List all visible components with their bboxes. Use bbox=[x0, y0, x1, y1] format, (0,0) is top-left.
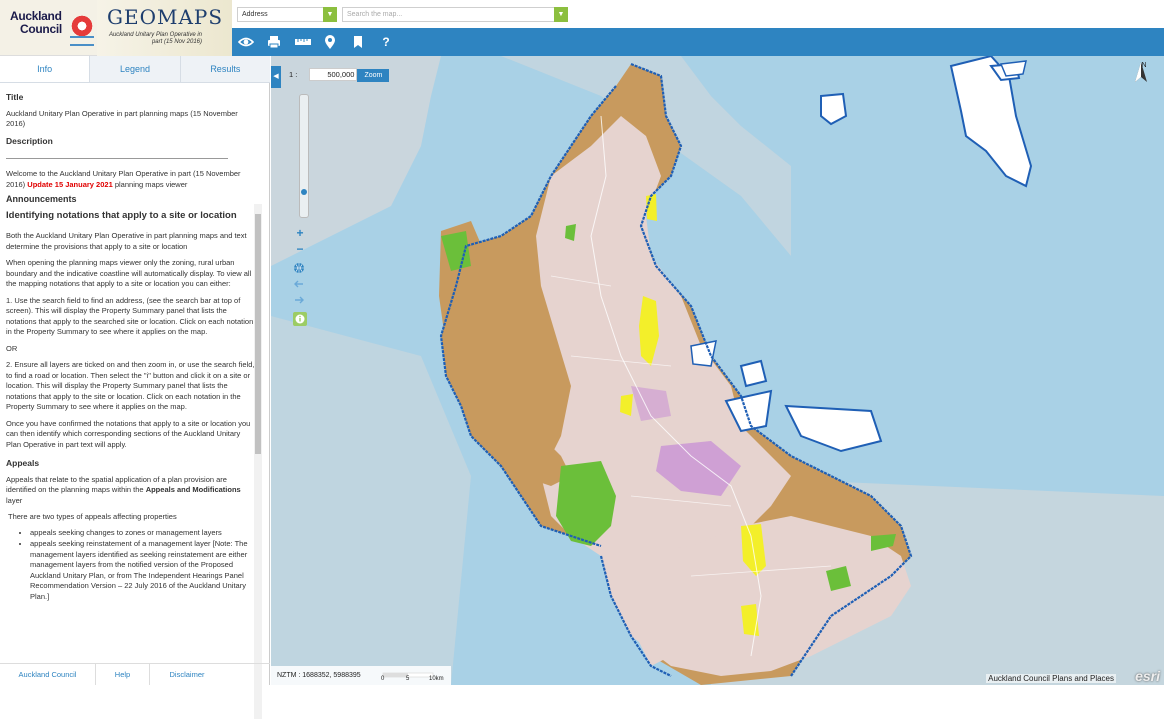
para-5: Once you have confirmed the notations th… bbox=[6, 418, 251, 449]
info-icon[interactable] bbox=[293, 312, 307, 326]
sidebar-footer: Auckland Council Help Disclaimer bbox=[0, 663, 270, 685]
globe-icon[interactable] bbox=[293, 262, 307, 276]
zoom-to-scale-button[interactable]: Zoom bbox=[357, 69, 390, 82]
scrollbar-thumb[interactable] bbox=[255, 214, 261, 454]
or-text: OR bbox=[6, 343, 18, 353]
search-type-select[interactable]: Address ▼ bbox=[237, 7, 337, 22]
highlight-area bbox=[741, 604, 759, 636]
footer-link-disclaimer[interactable]: Disclaimer bbox=[150, 664, 224, 685]
divider bbox=[6, 158, 228, 159]
map-view[interactable]: ◀ 1 : 500,000 Zoom + − N NZTM : 1688352, … bbox=[271, 56, 1164, 685]
app-title: GEOMAPS bbox=[107, 5, 224, 29]
print-icon[interactable] bbox=[266, 34, 282, 50]
scale-control: 1 : 500,000 Zoom bbox=[289, 68, 390, 82]
search-bar: Address ▼ Search the map... ▼ bbox=[232, 0, 1164, 28]
tab-info[interactable]: Info bbox=[0, 56, 91, 82]
para-2: When opening the planning maps viewer on… bbox=[6, 258, 252, 288]
island bbox=[690, 340, 717, 367]
info-panel: Title Auckland Unitary Plan Operative in… bbox=[0, 84, 262, 662]
title-heading: Title bbox=[6, 92, 24, 102]
scale-bar-label: 10km bbox=[429, 676, 444, 682]
zoom-out-button[interactable]: − bbox=[293, 242, 307, 256]
map-attribution: Auckland Council Plans and Places bbox=[986, 674, 1116, 683]
geomaps-logo: GEOMAPS Auckland Unitary Plan Operative … bbox=[97, 0, 232, 56]
search-input[interactable]: Search the map... ▼ bbox=[342, 7, 568, 22]
welcome-tail: planning maps viewer bbox=[114, 179, 188, 189]
para-3: 1. Use the search field to find an addre… bbox=[6, 295, 254, 337]
search-type-value: Address bbox=[242, 11, 268, 18]
sidebar-tabs: Info Legend Results bbox=[0, 56, 270, 83]
list-item: appeals seeking changes to zones or mana… bbox=[30, 528, 256, 539]
previous-extent-icon[interactable] bbox=[293, 278, 307, 292]
next-extent-icon[interactable] bbox=[293, 294, 307, 308]
zoom-slider[interactable] bbox=[299, 94, 309, 218]
island bbox=[820, 92, 848, 126]
collapse-sidebar-button[interactable]: ◀ bbox=[271, 66, 281, 88]
title-text: Auckland Unitary Plan Operative in part … bbox=[6, 108, 238, 129]
waves-icon bbox=[70, 36, 94, 46]
logo-area: Auckland Council GEOMAPS Auckland Unitar… bbox=[0, 0, 232, 56]
appeals-list: appeals seeking changes to zones or mana… bbox=[6, 528, 256, 603]
help-icon[interactable]: ? bbox=[378, 34, 394, 50]
sidebar-scrollbar[interactable] bbox=[254, 204, 262, 719]
list-item: appeals seeking reinstatement of a manag… bbox=[30, 539, 256, 602]
bookmark-icon[interactable] bbox=[350, 34, 366, 50]
measure-icon[interactable] bbox=[294, 34, 311, 50]
app-header: Auckland Council GEOMAPS Auckland Unitar… bbox=[0, 0, 1164, 56]
footer-link-help[interactable]: Help bbox=[96, 664, 150, 685]
island bbox=[739, 359, 768, 388]
tab-results[interactable]: Results bbox=[181, 56, 270, 82]
footer-link-auckland-council[interactable]: Auckland Council bbox=[0, 664, 96, 685]
announcements-heading: Announcements bbox=[6, 194, 77, 204]
island bbox=[784, 404, 883, 453]
location-pin-icon[interactable] bbox=[322, 34, 338, 50]
coordinate-readout: NZTM : 1688352, 5988395 bbox=[271, 666, 451, 685]
north-arrow-icon: N bbox=[1134, 62, 1154, 98]
para-4: 2. Ensure all layers are ticked on and t… bbox=[6, 360, 255, 411]
para-6: Appeals that relate to the spatial appli… bbox=[6, 475, 256, 507]
chevron-down-icon[interactable]: ▼ bbox=[554, 7, 568, 22]
para-6-end: layer bbox=[6, 495, 23, 505]
appeals-heading: Appeals bbox=[6, 458, 40, 468]
scale-bar-label: 0 bbox=[381, 676, 385, 682]
zoom-slider-knob[interactable] bbox=[301, 189, 307, 195]
update-text: Update 15 January 2021 bbox=[27, 179, 113, 189]
welcome-paragraph: Welcome to the Auckland Unitary Plan Ope… bbox=[6, 169, 256, 190]
map-toolbar: ? bbox=[232, 28, 1164, 56]
tab-legend[interactable]: Legend bbox=[90, 56, 181, 82]
pohutukawa-flower-icon bbox=[70, 14, 94, 38]
scale-bar-label: 5 bbox=[406, 676, 410, 682]
scale-input[interactable]: 500,000 bbox=[309, 68, 358, 81]
description-heading: Description bbox=[6, 135, 53, 146]
eye-icon[interactable] bbox=[237, 34, 255, 50]
para-1: Both the Auckland Unitary Plan Operative… bbox=[6, 231, 247, 251]
outside-land bbox=[271, 316, 471, 685]
para-7: There are two types of appeals affecting… bbox=[8, 512, 177, 521]
para-6-bold: Appeals and Modifications bbox=[145, 485, 241, 494]
search-placeholder: Search the map... bbox=[347, 11, 403, 18]
zoom-in-button[interactable]: + bbox=[293, 226, 307, 240]
highlight-area bbox=[620, 394, 633, 416]
app-subtitle: Auckland Unitary Plan Operative in part … bbox=[108, 32, 202, 45]
chevron-down-icon[interactable]: ▼ bbox=[323, 7, 337, 22]
info-sidebar: Info Legend Results Title Auckland Unita… bbox=[0, 56, 270, 719]
scale-prefix: 1 : bbox=[289, 70, 298, 79]
auckland-council-logo[interactable]: Auckland Council bbox=[10, 10, 94, 48]
island bbox=[999, 60, 1027, 77]
map-canvas bbox=[271, 56, 1164, 685]
esri-logo: esri bbox=[1135, 668, 1160, 684]
identifying-heading: Identifying notations that apply to a si… bbox=[6, 209, 237, 221]
